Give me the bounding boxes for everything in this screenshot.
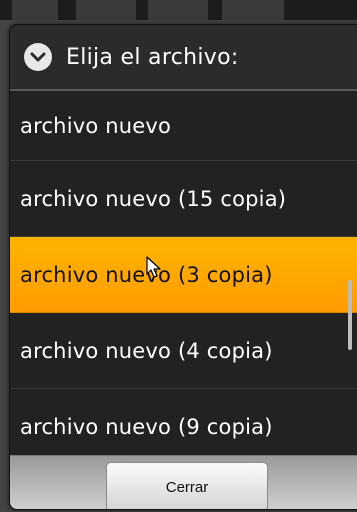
list-item-label: archivo nuevo [20,113,172,138]
list-item-label: archivo nuevo (4 copia) [20,338,273,363]
list-item-label: archivo nuevo (9 copia) [20,414,273,439]
background-tile [76,0,136,20]
list-item-label: archivo nuevo (15 copia) [20,186,287,211]
background-status-bar [0,0,357,20]
list-item[interactable]: archivo nuevo (15 copia) [10,161,357,237]
list-item[interactable]: archivo nuevo [10,91,357,161]
dialog-title: Elija el archivo: [66,44,239,70]
list-item-selected[interactable]: archivo nuevo (3 copia) [10,237,357,313]
background-tile [222,0,284,20]
chevron-down-circle-icon [24,43,52,71]
dialog-footer: Cerrar [10,455,357,509]
list-item[interactable]: archivo nuevo (4 copia) [10,313,357,389]
list-scrollbar[interactable] [348,280,352,350]
mouse-pointer-icon [146,256,161,278]
list-item[interactable]: archivo nuevo (9 copia) [10,389,357,455]
background-tile [148,0,208,20]
file-chooser-dialog: Elija el archivo: archivo nuevo archivo … [9,24,357,510]
close-button[interactable]: Cerrar [106,462,268,509]
dialog-title-bar: Elija el archivo: [10,25,357,91]
file-list[interactable]: archivo nuevo archivo nuevo (15 copia) a… [10,91,357,455]
background-tile [12,0,58,20]
